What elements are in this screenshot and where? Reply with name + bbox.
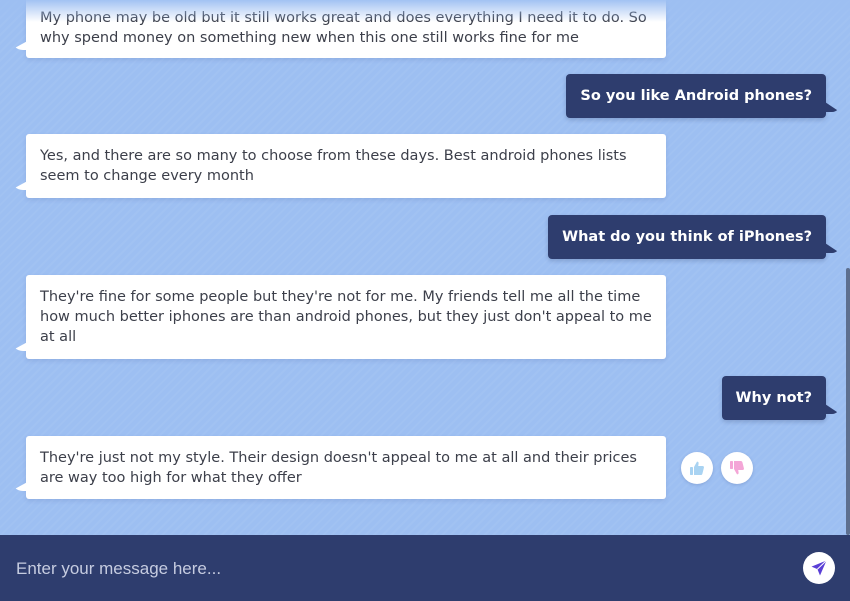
user-message-text: So you like Android phones? bbox=[580, 88, 812, 104]
bot-message-text: They're fine for some people but they're… bbox=[40, 289, 652, 345]
user-message-text: What do you think of iPhones? bbox=[562, 229, 812, 245]
bubble-tail bbox=[822, 402, 840, 414]
bubble-tail bbox=[822, 100, 840, 112]
message-composer bbox=[0, 535, 850, 601]
thumbs-down-button[interactable] bbox=[721, 452, 753, 484]
bot-message-text: They're just not my style. Their design … bbox=[40, 450, 637, 486]
bubble-tail bbox=[11, 479, 33, 491]
chat-scrollbar[interactable] bbox=[846, 268, 850, 535]
thumbs-up-button[interactable] bbox=[681, 452, 713, 484]
bot-message-text: Yes, and there are so many to choose fro… bbox=[40, 148, 627, 184]
bubble-tail bbox=[11, 178, 33, 190]
user-message-text: Why not? bbox=[735, 390, 812, 406]
send-button[interactable] bbox=[803, 552, 835, 584]
chat-history: My phone may be old but it still works g… bbox=[0, 0, 850, 535]
bubble-tail bbox=[11, 339, 33, 351]
user-message: So you like Android phones? bbox=[566, 74, 840, 118]
bot-message-text: My phone may be old but it still works g… bbox=[40, 10, 647, 46]
bot-message: My phone may be old but it still works g… bbox=[11, 0, 666, 58]
send-icon bbox=[811, 560, 827, 576]
user-message: What do you think of iPhones? bbox=[548, 215, 840, 259]
message-input[interactable] bbox=[14, 549, 778, 589]
bot-message: They're fine for some people but they're… bbox=[11, 275, 666, 359]
bubble-tail bbox=[11, 38, 33, 50]
bubble-tail bbox=[822, 241, 840, 253]
thumbs-down-icon bbox=[730, 461, 744, 475]
thumbs-up-icon bbox=[690, 461, 704, 475]
user-message: Why not? bbox=[721, 376, 840, 420]
bot-message: They're just not my style. Their design … bbox=[11, 436, 666, 499]
bot-message: Yes, and there are so many to choose fro… bbox=[11, 134, 666, 198]
